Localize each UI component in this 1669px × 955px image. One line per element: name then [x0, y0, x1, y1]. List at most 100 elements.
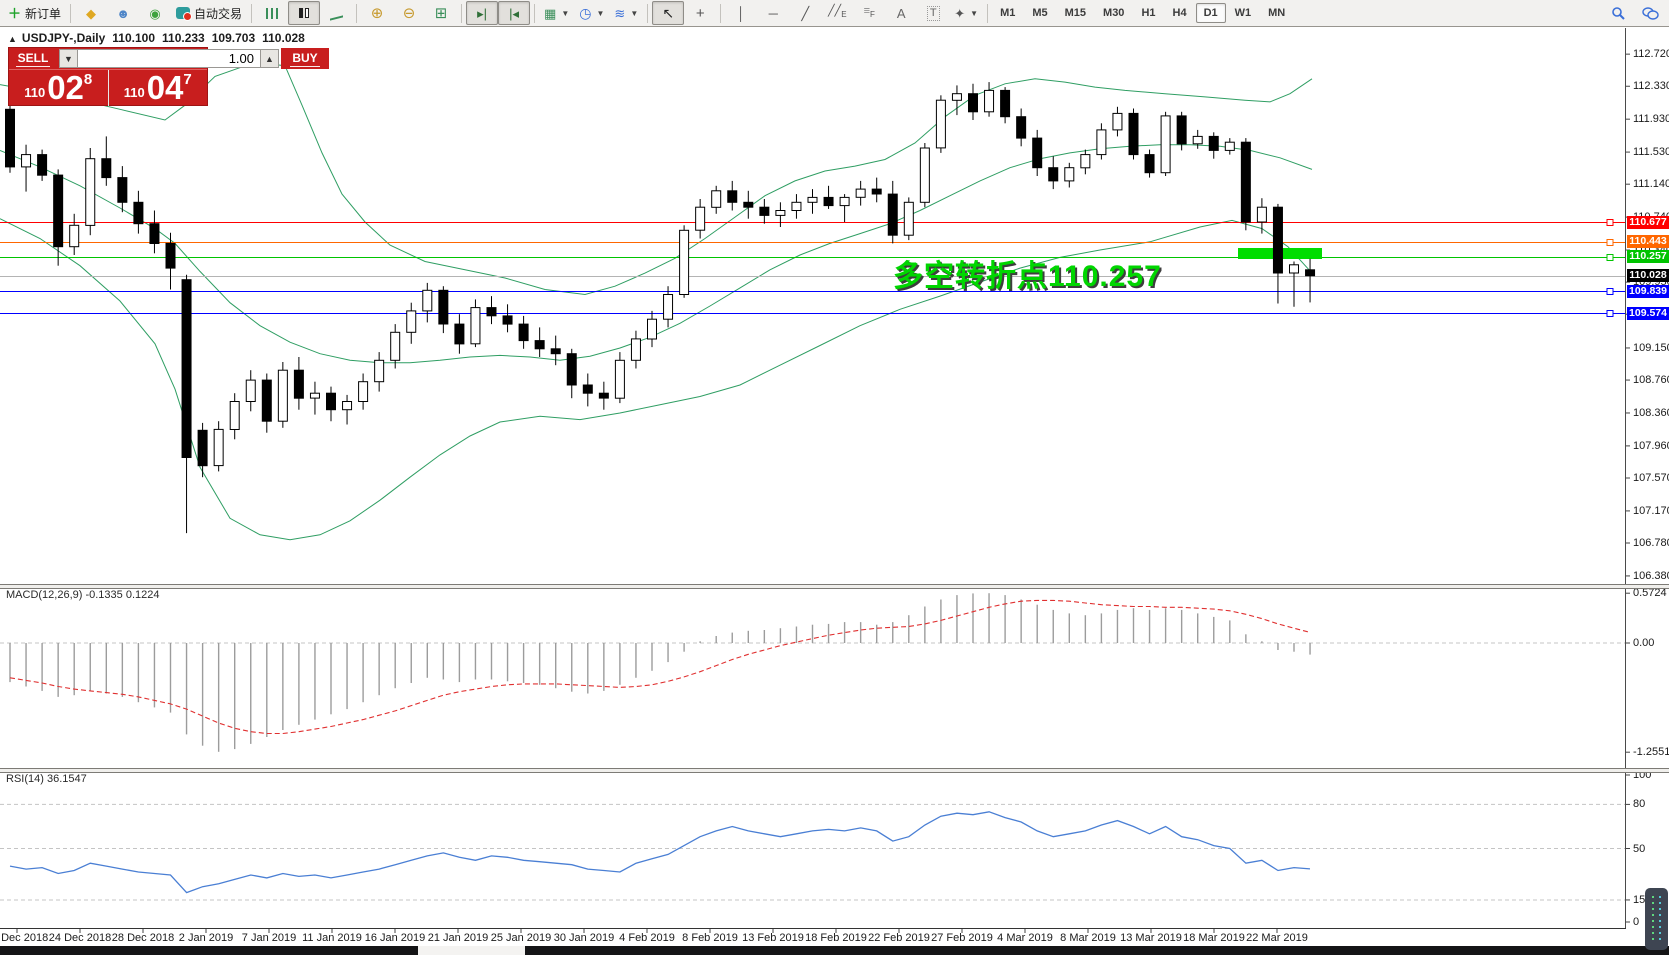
- trendline-icon: ╱: [801, 5, 810, 21]
- text-button[interactable]: A: [885, 1, 917, 25]
- candle: [422, 282, 433, 323]
- price-tag-109.839: 109.839: [1627, 284, 1669, 298]
- candle: [197, 422, 208, 478]
- timeframe-h4[interactable]: H4: [1165, 3, 1195, 23]
- text-label-button[interactable]: T: [917, 1, 949, 25]
- y-axis-tick: 107.570: [1633, 471, 1669, 484]
- candle: [727, 180, 738, 211]
- x-axis-date: 4 Feb 2019: [619, 932, 675, 944]
- arrows-button[interactable]: ✦ ▼: [949, 1, 983, 25]
- zoom-in-button[interactable]: ⊕: [361, 1, 393, 25]
- candle: [358, 373, 369, 410]
- sell-price[interactable]: 110 02 8: [9, 70, 109, 106]
- chart-annotation-text[interactable]: 多空转折点110.257: [893, 251, 1162, 295]
- volume-increase-button[interactable]: ▲: [260, 49, 279, 68]
- candle: [1128, 108, 1139, 160]
- macd-panel-splitter[interactable]: [0, 584, 1669, 589]
- new-chart-icon: ▦: [544, 5, 557, 21]
- y-axis-tick: 107.170: [1633, 504, 1669, 517]
- shift-chart-button[interactable]: ▸|: [466, 1, 499, 25]
- timeframe-d1[interactable]: D1: [1195, 3, 1226, 23]
- arrows-icon: ✦: [954, 5, 966, 21]
- timeframe-h1[interactable]: H1: [1133, 3, 1163, 23]
- macd-label: MACD(12,26,9) -0.1335 0.1224: [6, 589, 160, 601]
- candle: [1289, 261, 1299, 307]
- x-axis-date: 16 Jan 2019: [364, 932, 426, 944]
- collapse-panel-icon[interactable]: ▲: [8, 34, 17, 44]
- new-order-button[interactable]: ＋ 新订单: [3, 1, 66, 25]
- candle: [1112, 106, 1123, 137]
- widget-dots: [1652, 896, 1654, 942]
- timeframe-m15[interactable]: M15: [1057, 3, 1094, 23]
- sell-label: SELL: [15, 50, 51, 67]
- timeframe-m30[interactable]: M30: [1095, 3, 1132, 23]
- line-end-marker[interactable]: [1606, 288, 1614, 295]
- line-end-marker[interactable]: [1606, 310, 1614, 317]
- sell-button[interactable]: SELL: [9, 48, 57, 69]
- candle: [21, 144, 32, 192]
- price-tag-110.443: 110.443: [1627, 235, 1669, 249]
- trendline-button[interactable]: ╱: [789, 1, 821, 25]
- candle: [903, 197, 914, 241]
- toolbar-separator: [534, 3, 536, 23]
- line-end-marker[interactable]: [1606, 239, 1614, 246]
- tile-windows-button[interactable]: ⊞: [425, 1, 457, 25]
- rsi-panel-splitter[interactable]: [0, 768, 1669, 773]
- indicators-button[interactable]: ≋ ▼: [609, 1, 643, 25]
- cursor-button[interactable]: ↖: [652, 1, 685, 25]
- equidistant-channel-button[interactable]: ╱╱E: [821, 1, 853, 25]
- y-axis-tick: 112.720: [1633, 48, 1669, 61]
- volume-decrease-button[interactable]: ▼: [59, 49, 78, 68]
- timeframe-m1[interactable]: M1: [992, 3, 1023, 23]
- chat-button[interactable]: [1634, 1, 1666, 25]
- buy-price[interactable]: 110 04 7: [109, 70, 208, 106]
- auto-trading-button[interactable]: 自动交易: [171, 1, 247, 25]
- line-end-marker[interactable]: [1606, 254, 1614, 261]
- candlestick-chart-button[interactable]: [288, 1, 321, 25]
- y-axis-tick: 108.360: [1633, 406, 1669, 419]
- y-axis-tick: 109.150: [1633, 341, 1669, 354]
- timeframe-mn[interactable]: MN: [1260, 3, 1293, 23]
- new-chart-button[interactable]: ▦ ▼: [539, 1, 574, 25]
- candle: [566, 348, 577, 399]
- taskbar-active-segment[interactable]: [418, 946, 525, 955]
- market-button[interactable]: ◆: [75, 1, 107, 25]
- corner-overlay-widget[interactable]: [1645, 888, 1668, 950]
- candle: [1160, 111, 1171, 176]
- periods-button[interactable]: ◷ ▼: [574, 1, 609, 25]
- volume-input[interactable]: [78, 49, 260, 68]
- new-order-icon: ＋: [8, 5, 22, 21]
- candle: [614, 352, 625, 404]
- buy-label: BUY: [290, 50, 320, 67]
- timeframe-m5[interactable]: M5: [1024, 3, 1055, 23]
- timeframe-w1[interactable]: W1: [1227, 3, 1260, 23]
- candle: [85, 148, 96, 236]
- line-end-marker[interactable]: [1606, 219, 1614, 226]
- chevron-down-icon: ▼: [596, 8, 605, 18]
- widget-dots: [1659, 896, 1661, 942]
- candle: [374, 352, 385, 392]
- vertical-line-button[interactable]: │: [725, 1, 757, 25]
- auto-scroll-button[interactable]: |◂: [498, 1, 531, 25]
- zoom-out-button[interactable]: ⊖: [393, 1, 425, 25]
- candle: [984, 82, 995, 117]
- candle: [101, 136, 112, 186]
- bar-chart-button[interactable]: [256, 1, 288, 25]
- candle: [887, 180, 898, 244]
- chart-canvas[interactable]: [0, 0, 1669, 955]
- candle: [149, 210, 160, 254]
- signals-button[interactable]: ◉: [139, 1, 171, 25]
- candle: [1096, 123, 1107, 160]
- taskbar[interactable]: [0, 946, 1669, 955]
- main-toolbar: ＋ 新订单 ◆ ☻ ◉ 自动交易 ⊕ ⊖ ⊞ ▸| |◂ ▦ ▼ ◷ ▼ ≋ ▼…: [0, 0, 1669, 27]
- y-axis-tick: 107.960: [1633, 439, 1669, 452]
- community-button[interactable]: ☻: [107, 1, 139, 25]
- buy-button[interactable]: BUY: [281, 48, 329, 69]
- search-button[interactable]: [1602, 1, 1634, 25]
- search-icon: [1611, 6, 1625, 20]
- fibonacci-button[interactable]: ≡F: [853, 1, 885, 25]
- toolbar-separator: [70, 3, 72, 23]
- line-chart-button[interactable]: [320, 1, 352, 25]
- crosshair-button[interactable]: +: [684, 1, 716, 25]
- horizontal-line-button[interactable]: ─: [757, 1, 789, 25]
